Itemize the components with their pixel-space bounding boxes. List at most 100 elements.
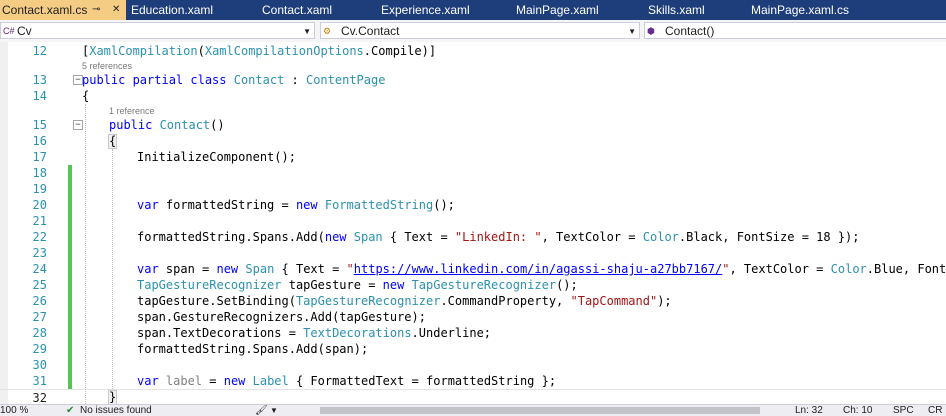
tab-label: Skills.xaml [648, 3, 705, 17]
line-number: 13 [32, 73, 47, 87]
code-line: 20 var formattedString = new FormattedSt… [0, 197, 946, 213]
issues-status[interactable]: No issues found [80, 405, 152, 416]
type-dropdown[interactable]: ⚙ Cv.Contact ▼ [320, 22, 640, 39]
chevron-down-icon[interactable]: ▼ [303, 23, 311, 40]
code-line: 29 formattedString.Spans.Add(span); [0, 341, 946, 357]
line-number: 21 [32, 214, 47, 228]
tab-mainpage-xaml[interactable]: MainPage.xaml [512, 0, 643, 20]
code-text: var span = new Span { Text = "https://ww… [137, 262, 946, 276]
code-text: [XamlCompilation(XamlCompilationOptions.… [82, 44, 437, 58]
change-marker [68, 325, 72, 341]
close-icon[interactable]: ✕ [112, 0, 120, 20]
line-number: 16 [32, 134, 47, 148]
tab-label: Contact.xaml.cs [2, 3, 88, 17]
chevron-down-icon[interactable]: ▼ [628, 23, 636, 40]
zoom-level[interactable]: 100 % [0, 405, 28, 416]
line-number: 22 [32, 230, 47, 244]
line-number: 17 [32, 150, 47, 164]
line-number: 28 [32, 326, 47, 340]
line-number: 32 [32, 391, 47, 404]
cursor-line: Ln: 32 [795, 405, 823, 416]
change-marker [68, 197, 72, 213]
method-icon: ⬢ [647, 26, 655, 36]
code-line-current: 32 } [0, 389, 946, 404]
codelens-references[interactable]: 1 reference [109, 105, 155, 117]
code-line: 15 − public Contact() [0, 117, 946, 133]
change-marker [68, 293, 72, 309]
code-line: 16 { [0, 133, 946, 149]
code-line: 27 span.GestureRecognizers.Add(tapGestur… [0, 309, 946, 325]
document-tab-bar: Contact.xaml.cs ⊸ ✕ Education.xaml Conta… [0, 0, 946, 20]
change-marker [68, 181, 72, 197]
change-marker [68, 165, 72, 181]
change-marker [68, 245, 72, 261]
indent-guide [85, 104, 87, 404]
code-text: public Contact() [109, 118, 225, 132]
tab-label: Education.xaml [131, 3, 214, 17]
horizontal-scrollbar[interactable] [320, 407, 760, 414]
project-dropdown[interactable]: C# Cv ▼ [0, 22, 315, 39]
code-line: 17 InitializeComponent(); [0, 149, 946, 165]
check-icon: ✔ [66, 405, 75, 416]
indent-mode[interactable]: SPC [893, 405, 914, 416]
code-text: TapGestureRecognizer tapGesture = new Ta… [137, 278, 578, 292]
code-line: 18 [0, 165, 946, 181]
change-marker [68, 357, 72, 373]
tab-label: MainPage.xaml [516, 3, 599, 17]
code-text: formattedString.Spans.Add(new Span { Tex… [137, 230, 860, 244]
change-marker [68, 213, 72, 229]
change-marker [68, 341, 72, 357]
line-number: 14 [32, 89, 47, 103]
tab-label: MainPage.xaml.cs [751, 3, 850, 17]
line-number: 18 [32, 166, 47, 180]
line-number: 26 [32, 294, 47, 308]
indent-guide [112, 149, 114, 389]
cursor-column: Ch: 10 [843, 405, 873, 416]
code-line: 25 TapGestureRecognizer tapGesture = new… [0, 277, 946, 293]
code-line: 13 − public partial class Contact : Cont… [0, 72, 946, 88]
url-link[interactable]: https://www.linkedin.com/in/agassi-shaju… [354, 262, 722, 276]
code-line: 21 [0, 213, 946, 229]
brush-icon[interactable]: 🖌 [255, 405, 268, 416]
code-line: 28 span.TextDecorations = TextDecoration… [0, 325, 946, 341]
code-text: var label = new Label { FormattedText = … [137, 374, 557, 388]
project-dropdown-value: Cv [17, 24, 32, 38]
line-number: 25 [32, 278, 47, 292]
status-bar: 100 % ✔ No issues found 🖌 ▼ Ln: 32 Ch: 1… [0, 404, 946, 416]
line-number: 23 [32, 246, 47, 260]
code-line: 30 [0, 357, 946, 373]
code-text: { [109, 134, 117, 148]
member-dropdown[interactable]: ⬢ Contact() [644, 22, 946, 39]
chevron-down-icon[interactable]: ▼ [270, 405, 278, 416]
code-text: span.GestureRecognizers.Add(tapGesture); [137, 310, 426, 324]
collapse-icon[interactable]: − [73, 120, 83, 130]
line-ending[interactable]: CR [928, 405, 942, 416]
navigation-bar: C# Cv ▼ ⚙ Cv.Contact ▼ ⬢ Contact() [0, 20, 946, 43]
tab-mainpage-xaml-cs[interactable]: MainPage.xaml.cs [747, 0, 946, 20]
code-line: 22 formattedString.Spans.Add(new Span { … [0, 229, 946, 245]
line-number: 19 [32, 182, 47, 196]
csharp-project-icon: C# [3, 26, 15, 36]
tab-skills-xaml[interactable]: Skills.xaml [644, 0, 746, 20]
code-text: public partial class Contact : ContentPa… [82, 73, 386, 87]
class-icon: ⚙ [323, 26, 332, 36]
line-number: 12 [32, 44, 47, 58]
codelens-references[interactable]: 5 references [82, 60, 132, 72]
pin-icon[interactable]: ⊸ [92, 0, 100, 20]
tab-label: Experience.xaml [381, 3, 470, 17]
code-line: 24 var span = new Span { Text = "https:/… [0, 261, 946, 277]
tab-contact-xaml-cs[interactable]: Contact.xaml.cs ⊸ ✕ [0, 0, 126, 20]
code-text: } [109, 390, 117, 404]
tab-education-xaml[interactable]: Education.xaml [127, 0, 257, 20]
tab-contact-xaml[interactable]: Contact.xaml [258, 0, 376, 20]
tab-experience-xaml[interactable]: Experience.xaml [377, 0, 509, 20]
change-marker [68, 309, 72, 325]
code-line: 19 [0, 181, 946, 197]
change-marker [68, 277, 72, 293]
code-editor[interactable]: 12 [XamlCompilation(XamlCompilationOptio… [0, 42, 946, 404]
line-number: 27 [32, 310, 47, 324]
code-text: { [82, 89, 90, 103]
member-dropdown-value: Contact() [665, 24, 715, 38]
code-line: 26 tapGesture.SetBinding(TapGestureRecog… [0, 293, 946, 309]
line-number: 29 [32, 342, 47, 356]
